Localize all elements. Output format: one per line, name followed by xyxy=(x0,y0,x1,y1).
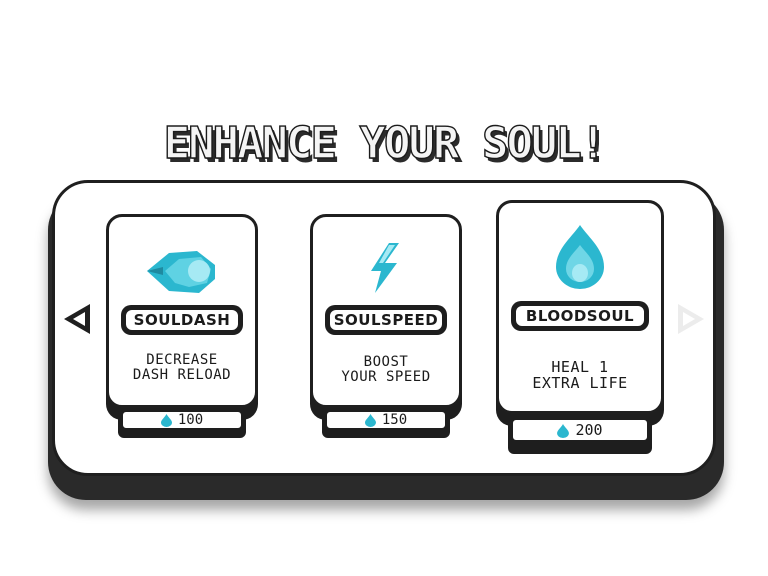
card-description: HEAL 1 EXTRA LIFE xyxy=(499,359,661,391)
screen-title: ENHANCE YOUR SOUL! xyxy=(163,117,607,169)
price-tag: 100 xyxy=(118,408,246,438)
price-value: 150 xyxy=(381,412,408,428)
triangle-left-icon[interactable] xyxy=(64,304,90,334)
upgrade-card-souldash[interactable]: SOULDASH DECREASE DASH RELOAD 100 xyxy=(106,214,258,438)
price-value: 100 xyxy=(177,412,204,428)
card-face: SOULDASH DECREASE DASH RELOAD xyxy=(106,214,258,408)
description-line-1: HEAL 1 xyxy=(551,358,609,376)
soul-flame-icon xyxy=(556,225,604,289)
card-name: SOULSPEED xyxy=(328,308,444,332)
name-plate: SOULSPEED xyxy=(325,305,447,335)
description-line-1: DECREASE xyxy=(146,352,218,368)
description-line-2: DASH RELOAD xyxy=(132,367,232,383)
price-box: 100 xyxy=(121,410,243,430)
description-line-2: YOUR SPEED xyxy=(341,369,431,385)
price-box: 150 xyxy=(325,410,447,430)
soul-drop-icon xyxy=(364,413,376,427)
name-plate: BLOODSOUL xyxy=(511,301,649,331)
upgrade-card-soulspeed[interactable]: SOULSPEED BOOST YOUR SPEED 150 xyxy=(310,214,462,438)
price-box: 200 xyxy=(511,418,649,442)
triangle-right-icon[interactable] xyxy=(678,304,704,334)
name-plate: SOULDASH xyxy=(121,305,243,335)
card-description: BOOST YOUR SPEED xyxy=(313,355,459,385)
lightning-icon xyxy=(371,243,399,293)
card-description: DECREASE DASH RELOAD xyxy=(109,353,255,383)
card-name: BLOODSOUL xyxy=(514,304,646,328)
soul-drop-icon xyxy=(557,423,570,438)
card-name: SOULDASH xyxy=(124,308,240,332)
price-tag: 150 xyxy=(322,408,450,438)
price-value: 200 xyxy=(575,421,603,439)
soul-dash-icon xyxy=(147,251,215,293)
price-tag: 200 xyxy=(508,416,652,454)
soul-drop-icon xyxy=(160,413,172,427)
upgrade-card-bloodsoul[interactable]: BLOODSOUL HEAL 1 EXTRA LIFE 200 xyxy=(496,200,664,454)
description-line-2: EXTRA LIFE xyxy=(532,374,628,392)
card-face: BLOODSOUL HEAL 1 EXTRA LIFE xyxy=(496,200,664,414)
description-line-1: BOOST xyxy=(363,354,409,370)
card-face: SOULSPEED BOOST YOUR SPEED xyxy=(310,214,462,408)
